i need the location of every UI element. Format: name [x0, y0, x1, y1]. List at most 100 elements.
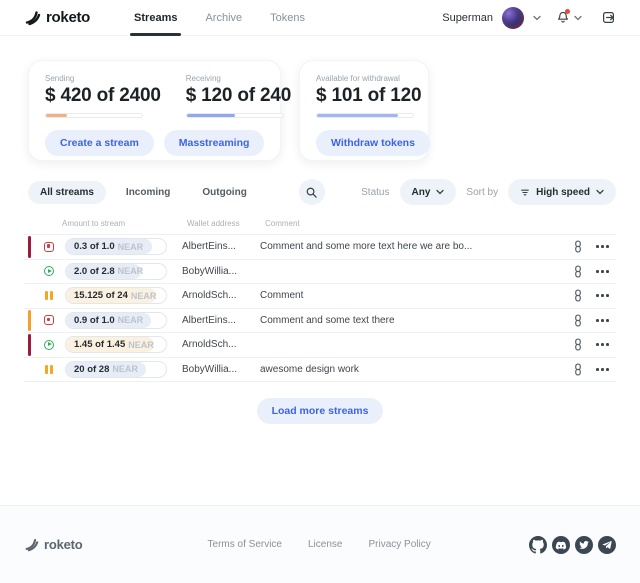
- ellipsis-icon: [596, 368, 599, 371]
- top-navigation-bar: roketo Streams Archive Tokens Superman: [0, 0, 640, 36]
- token-label: NEAR: [118, 315, 144, 325]
- notification-dot: [565, 9, 570, 14]
- streams-summary-card: Sending $ 420 of 2400 Receiving $ 120 of…: [28, 60, 281, 161]
- chevron-down-icon: [436, 189, 444, 195]
- sending-value: $ 420 of 2400: [45, 85, 161, 107]
- stream-comment: Comment and some more text here we are b…: [260, 241, 573, 252]
- amount-text: 20 of 28: [74, 364, 109, 375]
- brand-logo[interactable]: roketo: [24, 9, 90, 26]
- active-status-icon: [44, 266, 54, 276]
- notifications-button[interactable]: [556, 10, 582, 25]
- row-menu-button[interactable]: [596, 339, 609, 350]
- nav-item-streams[interactable]: Streams: [120, 0, 191, 36]
- row-menu-button[interactable]: [596, 364, 609, 375]
- row-menu-button[interactable]: [596, 266, 609, 277]
- masstreaming-button[interactable]: Masstreaming: [164, 130, 265, 156]
- amount-progress-pill: 1.45 of 1.45 NEAR: [65, 336, 167, 353]
- brand-wordmark: roketo: [46, 9, 90, 26]
- sort-by-label: Sort by: [466, 187, 498, 198]
- link-icon: [573, 363, 583, 376]
- token-label: NEAR: [128, 340, 154, 350]
- stopped-status-icon: [44, 242, 54, 252]
- ellipsis-icon: [596, 270, 599, 273]
- withdrawal-value: $ 101 of 120: [316, 85, 412, 107]
- sign-out-button[interactable]: [601, 10, 616, 25]
- wallet-address: ArnoldSch...: [182, 339, 260, 350]
- discord-icon[interactable]: [552, 536, 570, 554]
- active-status-icon: [44, 340, 54, 350]
- footer-link-terms[interactable]: Terms of Service: [208, 539, 282, 550]
- telegram-icon[interactable]: [598, 536, 616, 554]
- stream-link-button[interactable]: [573, 338, 583, 351]
- amount-progress-pill: 15.125 of 24 NEAR: [65, 287, 167, 304]
- search-button[interactable]: [299, 179, 325, 205]
- stream-link-button[interactable]: [573, 289, 583, 302]
- github-icon[interactable]: [529, 536, 547, 554]
- column-header-amount: Amount to stream: [62, 219, 172, 228]
- tab-incoming[interactable]: Incoming: [114, 181, 182, 204]
- load-more-streams-button[interactable]: Load more streams: [257, 398, 384, 424]
- stopped-status-icon: [44, 315, 54, 325]
- ellipsis-icon: [596, 319, 599, 322]
- row-menu-button[interactable]: [596, 290, 609, 301]
- stream-comment: Comment and some text there: [260, 315, 573, 326]
- table-row[interactable]: 15.125 of 24 NEAR ArnoldSch... Comment: [24, 284, 616, 309]
- column-header-wallet: Wallet address: [187, 219, 265, 228]
- token-label: NEAR: [118, 266, 144, 276]
- row-accent-stripe: [28, 285, 31, 307]
- table-row[interactable]: 0.9 of 1.0 NEAR AlbertEins... Comment an…: [24, 309, 616, 334]
- nav-item-archive[interactable]: Archive: [191, 0, 256, 36]
- sending-progress-fill: [46, 114, 67, 117]
- withdrawal-card: Available for withdrawal $ 101 of 120 Wi…: [299, 60, 429, 161]
- sending-progress-bar: [45, 113, 143, 118]
- row-accent-stripe: [28, 334, 31, 356]
- stream-link-button[interactable]: [573, 314, 583, 327]
- twitter-icon[interactable]: [575, 536, 593, 554]
- row-menu-button[interactable]: [596, 315, 609, 326]
- status-label: Status: [361, 187, 389, 198]
- receiving-label: Receiving: [186, 74, 291, 83]
- withdrawal-progress-fill: [317, 114, 398, 117]
- footer-link-license[interactable]: License: [308, 539, 342, 550]
- chevron-down-icon: [596, 189, 604, 195]
- link-icon: [573, 240, 583, 253]
- sign-out-icon: [601, 10, 616, 25]
- sort-select[interactable]: High speed: [508, 179, 616, 205]
- user-avatar[interactable]: [502, 7, 524, 29]
- filter-bar: All streams Incoming Outgoing Status Any…: [28, 179, 616, 205]
- stream-link-button[interactable]: [573, 240, 583, 253]
- wallet-address: BobyWillia...: [182, 364, 260, 375]
- column-header-comment: Comment: [265, 219, 616, 228]
- link-icon: [573, 314, 583, 327]
- amount-progress-pill: 2.0 of 2.8 NEAR: [65, 263, 167, 280]
- sending-label: Sending: [45, 74, 161, 83]
- create-stream-button[interactable]: Create a stream: [45, 130, 154, 156]
- receiving-value: $ 120 of 240: [186, 85, 291, 107]
- footer-logo[interactable]: roketo: [24, 537, 83, 552]
- stream-link-button[interactable]: [573, 363, 583, 376]
- row-menu-button[interactable]: [596, 241, 609, 252]
- withdraw-tokens-button[interactable]: Withdraw tokens: [316, 130, 430, 156]
- receiving-progress-bar: [186, 113, 284, 118]
- table-row[interactable]: 0.3 of 1.0 NEAR AlbertEins... Comment an…: [24, 235, 616, 260]
- row-accent-stripe: [28, 310, 31, 332]
- social-icons: [529, 536, 616, 554]
- table-row[interactable]: 20 of 28 NEAR BobyWillia... awesome desi…: [24, 358, 616, 383]
- sending-stat: Sending $ 420 of 2400: [45, 74, 161, 118]
- paused-status-icon: [45, 365, 53, 374]
- status-select[interactable]: Any: [400, 179, 457, 205]
- user-menu-chevron-icon[interactable]: [533, 15, 541, 21]
- table-row[interactable]: 2.0 of 2.8 NEAR BobyWillia...: [24, 260, 616, 285]
- amount-progress-pill: 0.9 of 1.0 NEAR: [65, 312, 167, 329]
- tab-outgoing[interactable]: Outgoing: [190, 181, 258, 204]
- stream-comment: Comment: [260, 290, 573, 301]
- table-row[interactable]: 1.45 of 1.45 NEAR ArnoldSch...: [24, 333, 616, 358]
- stream-link-button[interactable]: [573, 265, 583, 278]
- summary-cards: Sending $ 420 of 2400 Receiving $ 120 of…: [28, 60, 620, 161]
- streams-table: Amount to stream Wallet address Comment …: [24, 219, 616, 382]
- nav-item-tokens[interactable]: Tokens: [256, 0, 319, 36]
- tab-all-streams[interactable]: All streams: [28, 181, 106, 204]
- amount-text: 0.3 of 1.0: [74, 241, 115, 252]
- footer-link-privacy[interactable]: Privacy Policy: [368, 539, 430, 550]
- token-label: NEAR: [118, 242, 144, 252]
